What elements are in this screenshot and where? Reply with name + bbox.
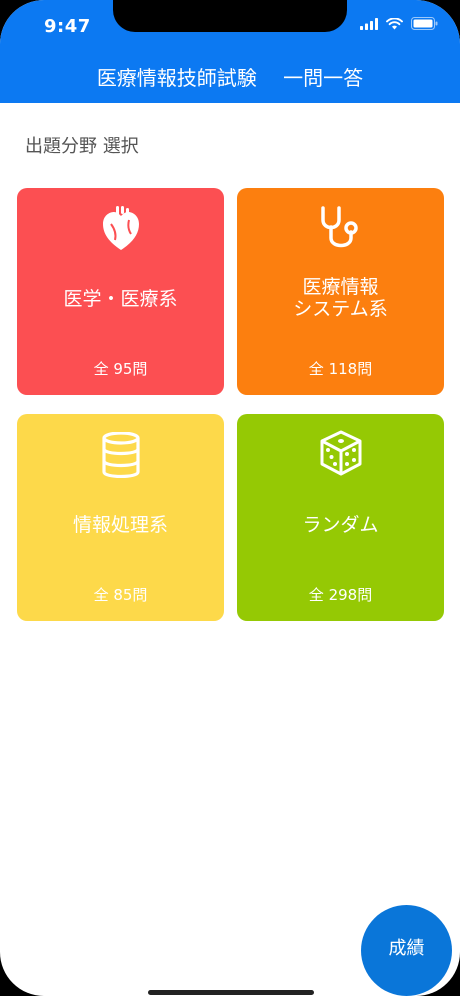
category-card-random[interactable]: ランダム 全 298問	[237, 414, 444, 621]
app-screen: 9:47 医療情報技師試験 一問一答 出題分野 選択 医学・医療系 全 95問 …	[0, 0, 460, 996]
signal-icon	[360, 17, 378, 30]
card-count: 全 118問	[308, 360, 373, 378]
card-label: 医療情報 システム系	[293, 276, 388, 320]
card-label: ランダム	[302, 514, 379, 536]
page-title: 医療情報技師試験 一問一答	[96, 66, 364, 90]
card-count: 全 298問	[308, 586, 373, 604]
section-label: 出題分野 選択	[25, 136, 139, 157]
results-button[interactable]: 成績	[361, 905, 452, 996]
battery-icon	[411, 17, 438, 30]
card-label: 医学・医療系	[63, 288, 178, 310]
category-card-medical[interactable]: 医学・医療系 全 95問	[17, 188, 224, 395]
card-count: 全 85問	[93, 586, 148, 604]
database-icon	[101, 432, 140, 478]
card-label: 情報処理系	[72, 514, 168, 536]
home-indicator	[148, 990, 314, 995]
wifi-icon	[386, 17, 403, 29]
status-icons	[360, 17, 438, 30]
heart-icon	[102, 206, 139, 250]
device-notch	[113, 0, 347, 32]
app-header: 9:47 医療情報技師試験 一問一答	[0, 0, 460, 103]
stethoscope-icon	[320, 206, 358, 248]
category-card-info-processing[interactable]: 情報処理系 全 85問	[17, 414, 224, 621]
card-count: 全 95問	[93, 360, 148, 378]
status-time: 9:47	[44, 16, 91, 37]
dice-icon	[320, 430, 361, 476]
category-card-medical-system[interactable]: 医療情報 システム系 全 118問	[237, 188, 444, 395]
